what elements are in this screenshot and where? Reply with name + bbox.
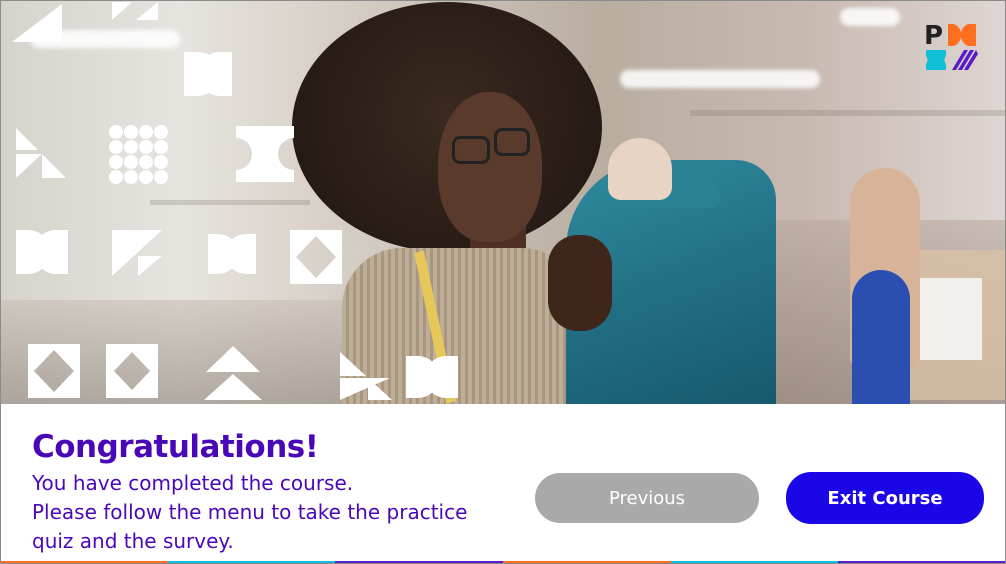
completion-message: You have completed the course. Please fo… (32, 469, 512, 556)
pmi-logo-icon: P (924, 21, 980, 72)
svg-text:P: P (924, 22, 943, 51)
geo-diamond-icon (28, 344, 80, 398)
geo-dots-icon (108, 124, 170, 186)
hero-image (0, 0, 1006, 404)
geo-triangles-icon (12, 4, 72, 44)
geo-bowtie-icon (16, 230, 68, 274)
geo-triangles-icon (202, 346, 264, 400)
message-line: quiz and the survey. (32, 529, 234, 553)
geo-triangles-icon (16, 128, 68, 178)
geo-triangles-icon (112, 230, 164, 276)
previous-button[interactable]: Previous (535, 473, 759, 523)
congratulations-heading: Congratulations! (32, 429, 319, 465)
geo-triangles-icon (340, 352, 394, 400)
geo-diamond-icon (290, 230, 342, 284)
message-line: Please follow the menu to take the pract… (32, 500, 468, 524)
geo-bone-icon (236, 126, 294, 182)
geo-bowtie-icon (406, 356, 458, 398)
geo-bowtie-icon (184, 52, 234, 96)
geo-triangles-icon (112, 2, 162, 22)
geo-bowtie-icon (208, 234, 256, 274)
geo-diamond-icon (106, 344, 158, 398)
exit-course-button[interactable]: Exit Course (786, 472, 984, 524)
mannequin-head (608, 138, 672, 200)
message-line: You have completed the course. (32, 471, 354, 495)
